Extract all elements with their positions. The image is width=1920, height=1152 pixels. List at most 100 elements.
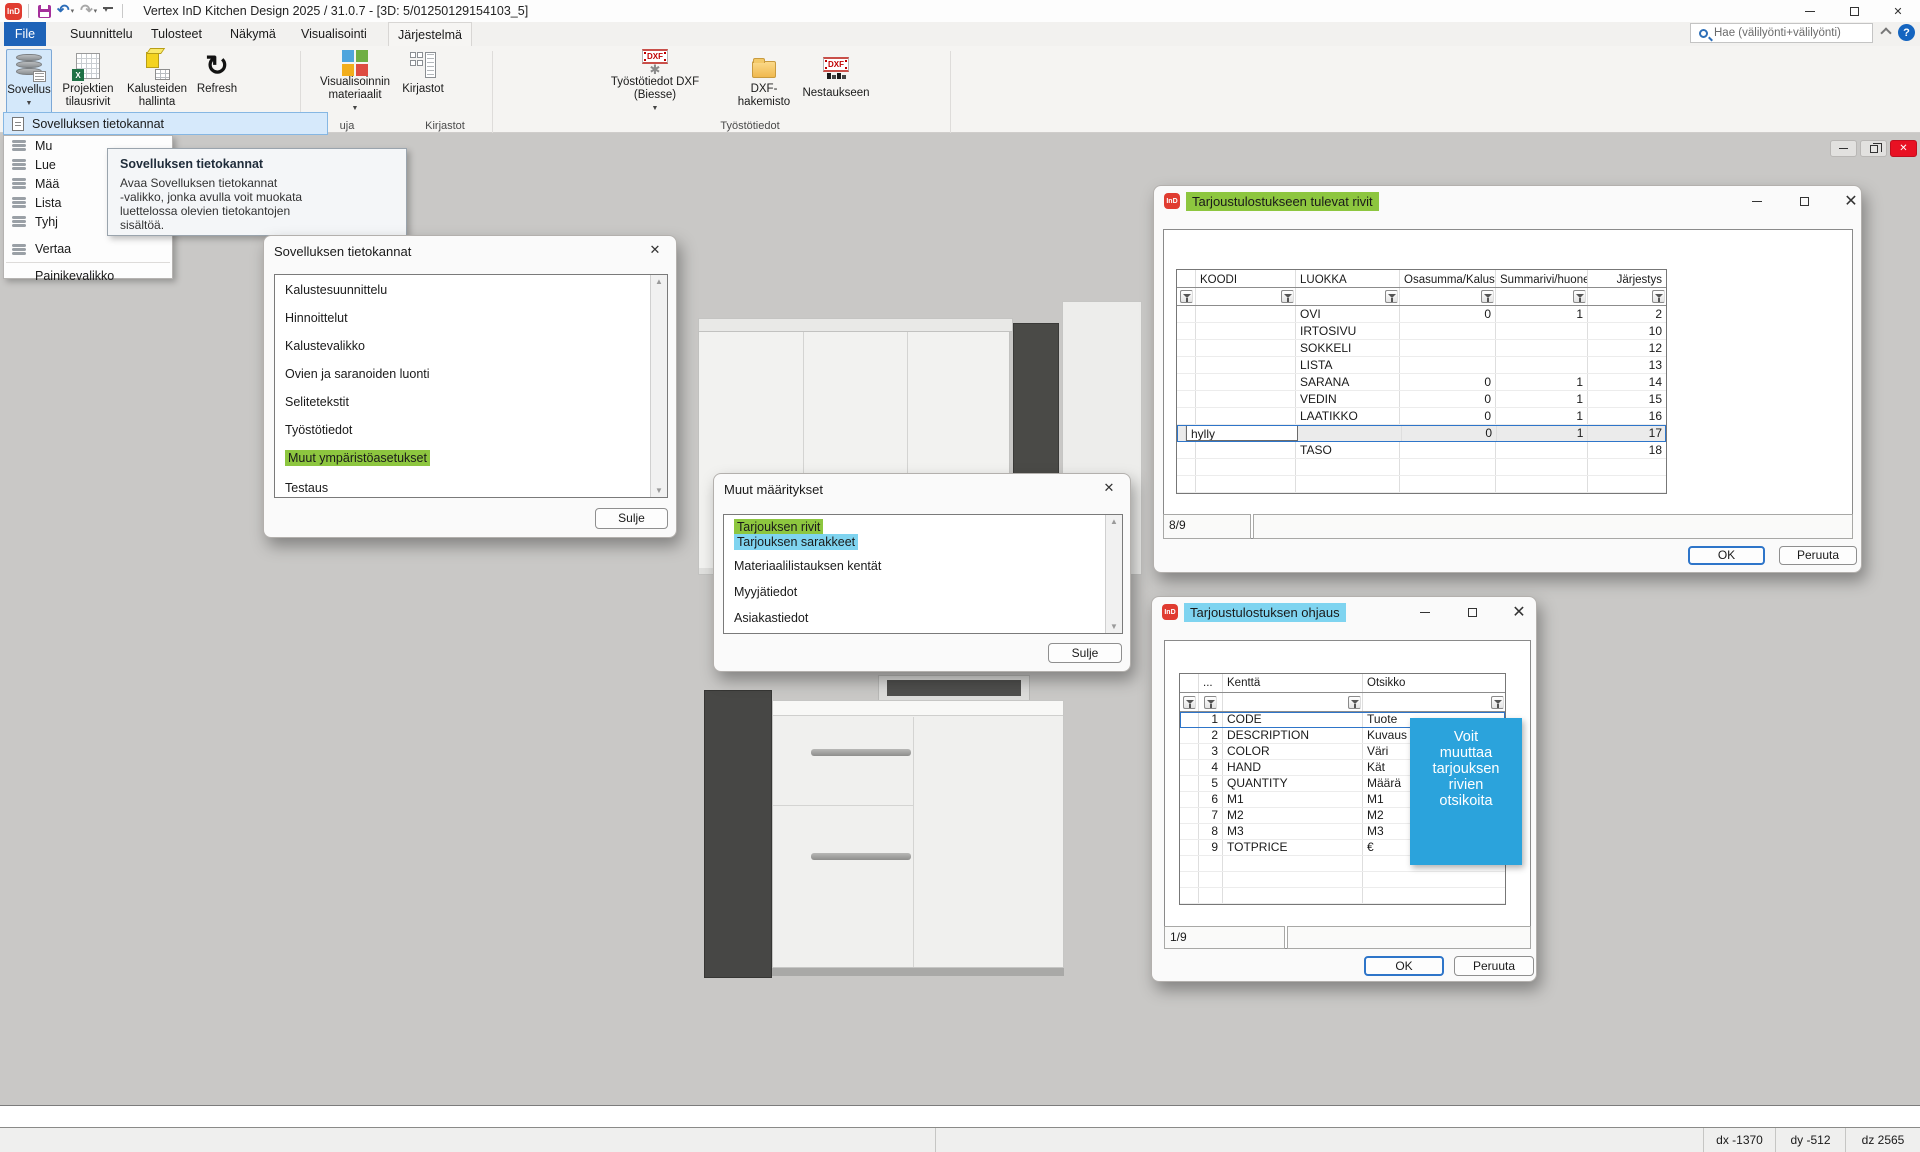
maximize-icon[interactable] bbox=[1789, 191, 1819, 211]
close-icon[interactable]: ✕ bbox=[1504, 602, 1534, 622]
filter-icon[interactable] bbox=[1491, 696, 1504, 709]
list-item[interactable]: Kalustesuunnittelu bbox=[285, 283, 387, 297]
maximize-icon[interactable] bbox=[1457, 602, 1487, 622]
tab-tulosteet[interactable]: Tulosteet bbox=[151, 22, 202, 46]
refresh-button[interactable]: ↻ Refresh bbox=[192, 49, 242, 115]
filter-icon[interactable] bbox=[1652, 290, 1665, 303]
nestaukseen-button[interactable]: DXF Nestaukseen bbox=[798, 49, 874, 115]
menu-item-sovelluksen-tietokannat[interactable]: Sovelluksen tietokannat bbox=[3, 112, 328, 135]
status-dx: dx -1370 bbox=[1703, 1128, 1775, 1152]
list-item[interactable]: Työstötiedot bbox=[285, 423, 352, 437]
list-item[interactable]: Materiaalilistauksen kentät bbox=[734, 559, 881, 573]
scrollbar[interactable] bbox=[650, 275, 667, 497]
filter-icon[interactable] bbox=[1204, 696, 1217, 709]
close-button[interactable]: ✕ bbox=[1876, 0, 1920, 22]
database-compare-icon bbox=[12, 244, 26, 247]
dialog-titlebar[interactable]: Sovelluksen tietokannat bbox=[264, 236, 676, 266]
dialog-title: Muut määritykset bbox=[724, 482, 823, 497]
table-row[interactable]: LISTA13 bbox=[1177, 357, 1666, 374]
save-button[interactable] bbox=[38, 5, 51, 18]
list-item-selected[interactable]: Tarjouksen rivit bbox=[734, 520, 823, 534]
filter-icon[interactable] bbox=[1180, 290, 1193, 303]
chevron-down-icon: ▾ bbox=[94, 7, 98, 15]
table-row-empty[interactable] bbox=[1177, 459, 1666, 476]
minimize-icon[interactable] bbox=[1410, 602, 1440, 622]
group-label-kirjastot: Kirjastot bbox=[425, 120, 465, 132]
tab-suunnittelu[interactable]: Suunnittelu bbox=[70, 22, 133, 46]
mdi-close-button[interactable]: ✕ bbox=[1890, 140, 1917, 157]
filter-icon[interactable] bbox=[1385, 290, 1398, 303]
nesting-icon bbox=[827, 73, 846, 79]
sulje-button[interactable]: Sulje bbox=[595, 508, 668, 529]
tab-visualisointi[interactable]: Visualisointi bbox=[301, 22, 367, 46]
tab-file[interactable]: File bbox=[4, 22, 46, 46]
dialog-titlebar[interactable]: Muut määritykset bbox=[714, 474, 1130, 504]
materials-icon bbox=[342, 50, 368, 76]
help-icon[interactable]: ? bbox=[1898, 24, 1915, 41]
ok-button[interactable]: OK bbox=[1688, 546, 1765, 565]
projektien-tilausrivit-button[interactable]: Projektien tilausrivit bbox=[56, 49, 120, 115]
filter-icon[interactable] bbox=[1481, 290, 1494, 303]
filter-icon[interactable] bbox=[1348, 696, 1361, 709]
list-item[interactable]: Kalustevalikko bbox=[285, 339, 365, 353]
close-icon[interactable]: ✕ bbox=[1836, 191, 1866, 211]
ok-button[interactable]: OK bbox=[1364, 956, 1444, 976]
table-row[interactable]: SARANA0114 bbox=[1177, 374, 1666, 391]
list-item-selected[interactable]: Muut ympäristöasetukset bbox=[285, 451, 430, 465]
tab-nakyma[interactable]: Näkymä bbox=[230, 22, 276, 46]
minimize-icon[interactable] bbox=[1742, 191, 1772, 211]
menu-item-vertaa[interactable]: Vertaa bbox=[4, 238, 172, 260]
filter-icon[interactable] bbox=[1573, 290, 1586, 303]
folder-icon bbox=[752, 61, 776, 78]
tyostotiedot-dxf-button[interactable]: DXF✱ Työstötiedot DXF (Biesse) ▼ bbox=[595, 49, 715, 115]
peruuta-button[interactable]: Peruuta bbox=[1779, 546, 1857, 565]
table-row-empty[interactable] bbox=[1180, 888, 1505, 904]
kalusteiden-hallinta-button[interactable]: Kalusteiden hallinta bbox=[124, 49, 190, 115]
chevron-up-icon[interactable] bbox=[1880, 27, 1891, 38]
close-icon[interactable]: ✕ bbox=[642, 242, 668, 262]
mdi-restore-button[interactable] bbox=[1860, 140, 1887, 157]
table-row[interactable]: LAATIKKO0116 bbox=[1177, 408, 1666, 425]
customize-quick-access-button[interactable] bbox=[103, 7, 113, 15]
filter-icon[interactable] bbox=[1183, 696, 1196, 709]
table-row[interactable]: IRTOSIVU10 bbox=[1177, 323, 1666, 340]
table-row[interactable]: OVI012 bbox=[1177, 306, 1666, 323]
dialog-muut-maaritykset: Muut määritykset ✕ Tarjouksen rivit Tarj… bbox=[713, 473, 1131, 672]
table-row-selected[interactable]: hylly0117 bbox=[1177, 425, 1666, 442]
undo-button[interactable]: ↶▾ bbox=[57, 4, 74, 18]
database-icon bbox=[12, 140, 26, 143]
list-item[interactable]: Ovien ja saranoiden luonti bbox=[285, 367, 430, 381]
dialog-sovelluksen-tietokannat: Sovelluksen tietokannat ✕ Kalustesuunnit… bbox=[263, 235, 677, 538]
window-title: Vertex InD Kitchen Design 2025 / 31.0.7 … bbox=[143, 4, 528, 18]
dxf-hakemisto-button[interactable]: DXF-hakemisto bbox=[733, 49, 795, 115]
kirjastot-button[interactable]: Kirjastot bbox=[398, 49, 448, 115]
table-row[interactable]: SOKKELI12 bbox=[1177, 340, 1666, 357]
list-item-highlighted[interactable]: Tarjouksen sarakkeet bbox=[734, 535, 858, 549]
table-row-empty[interactable] bbox=[1177, 476, 1666, 493]
scrollbar[interactable] bbox=[1105, 515, 1122, 633]
command-input-bar[interactable] bbox=[0, 1105, 1920, 1128]
record-count: 8/9 bbox=[1163, 514, 1251, 539]
tab-jarjestelma[interactable]: Järjestelmä bbox=[388, 22, 472, 46]
visualisoinnin-materiaalit-button[interactable]: Visualisoinnin materiaalit ▼ bbox=[315, 49, 395, 115]
mdi-minimize-button[interactable] bbox=[1830, 140, 1857, 157]
table-row[interactable]: TASO18 bbox=[1177, 442, 1666, 459]
search-input[interactable] bbox=[1714, 27, 1872, 39]
sulje-button[interactable]: Sulje bbox=[1048, 643, 1122, 663]
dialog-title: Sovelluksen tietokannat bbox=[274, 244, 411, 259]
list-item[interactable]: Selitetekstit bbox=[285, 395, 349, 409]
peruuta-button[interactable]: Peruuta bbox=[1454, 956, 1534, 976]
list-item[interactable]: Testaus bbox=[285, 481, 328, 495]
table-row-empty[interactable] bbox=[1180, 872, 1505, 888]
maximize-button[interactable] bbox=[1832, 0, 1876, 22]
list-item[interactable]: Hinnoittelut bbox=[285, 311, 348, 325]
redo-button[interactable]: ↷▾ bbox=[80, 4, 97, 18]
table-row[interactable]: VEDIN0115 bbox=[1177, 391, 1666, 408]
menu-item-painikevalikko[interactable]: Painikevalikko bbox=[4, 265, 172, 287]
list-item[interactable]: Myyjätiedot bbox=[734, 585, 797, 599]
close-icon[interactable]: ✕ bbox=[1096, 480, 1122, 500]
sovellus-button[interactable]: Sovellus ▼ bbox=[6, 49, 52, 115]
minimize-button[interactable] bbox=[1788, 0, 1832, 22]
list-item[interactable]: Asiakastiedot bbox=[734, 611, 808, 625]
filter-icon[interactable] bbox=[1281, 290, 1294, 303]
